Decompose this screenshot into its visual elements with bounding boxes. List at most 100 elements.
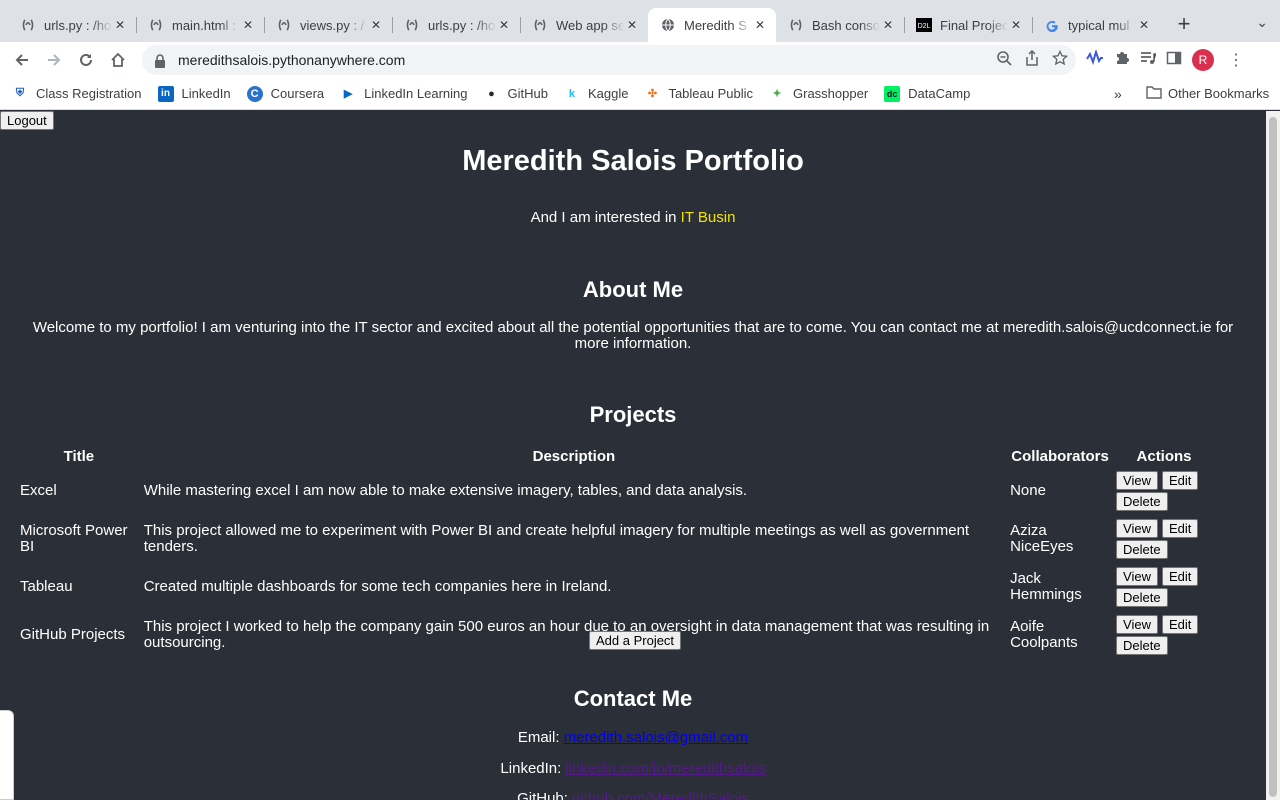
forward-icon[interactable] bbox=[38, 44, 70, 76]
side-panel-icon[interactable] bbox=[1166, 50, 1182, 71]
page-scrollbar[interactable] bbox=[1266, 111, 1280, 800]
media-queue-icon[interactable] bbox=[1140, 50, 1156, 71]
tab-close-icon[interactable]: ✕ bbox=[240, 17, 256, 33]
linkedin-icon: in bbox=[157, 85, 174, 102]
tab-title: main.html : bbox=[172, 17, 236, 33]
projects-heading: Projects bbox=[589, 402, 677, 427]
omnibox-actions bbox=[996, 45, 1069, 75]
extensions-puzzle-icon[interactable] bbox=[1114, 50, 1130, 71]
tab-title: urls.py : /ho bbox=[44, 17, 112, 33]
tab-search-icon[interactable]: ⌄ bbox=[1256, 14, 1268, 31]
bookmark-item[interactable]: k Kaggle bbox=[564, 86, 629, 102]
tab-close-icon[interactable]: ✕ bbox=[1008, 17, 1024, 33]
browser-tab[interactable]: main.html : ✕ bbox=[136, 8, 264, 42]
extensions-area: R ⋮ bbox=[1086, 42, 1244, 78]
view-project-button[interactable]: View bbox=[1116, 519, 1158, 538]
table-header-row: Title Description Collaborators Actions bbox=[18, 447, 1214, 466]
tab-close-icon[interactable]: ✕ bbox=[112, 17, 128, 33]
browser-tab[interactable]: Web app se ✕ bbox=[520, 8, 648, 42]
edit-project-button[interactable]: Edit bbox=[1162, 519, 1199, 538]
logout-button[interactable]: Logout bbox=[0, 111, 54, 130]
edit-project-button[interactable]: Edit bbox=[1162, 567, 1199, 586]
linkedin-link[interactable]: linkedin.com/in/meredithsalois bbox=[565, 760, 765, 777]
bookmark-item[interactable]: in LinkedIn bbox=[157, 85, 231, 102]
lock-icon[interactable] bbox=[154, 54, 166, 68]
bookmark-item[interactable]: ✦ Grasshopper bbox=[769, 86, 868, 102]
tab-close-icon[interactable]: ✕ bbox=[880, 17, 896, 33]
edit-project-button[interactable]: Edit bbox=[1162, 615, 1199, 634]
tab-close-icon[interactable]: ✕ bbox=[624, 17, 640, 33]
browser-tab[interactable]: urls.py : /ho ✕ bbox=[8, 8, 136, 42]
contact-github-line: GitHub: github.com/MeredithSalois bbox=[0, 790, 1266, 800]
grasshopper-icon: ✦ bbox=[772, 88, 782, 100]
browser-tab[interactable]: Meredith S ✕ bbox=[648, 8, 776, 42]
tab-title: Bash conso bbox=[812, 17, 880, 33]
tab-close-icon[interactable]: ✕ bbox=[368, 17, 384, 33]
github-icon: ● bbox=[488, 87, 495, 100]
about-text: Welcome to my portfolio! I am venturing … bbox=[32, 319, 1234, 352]
tableau-icon: ✣ bbox=[647, 88, 658, 100]
bookmark-item[interactable]: dc DataCamp bbox=[884, 85, 970, 102]
browser-tab[interactable]: Bash conso ✕ bbox=[776, 8, 904, 42]
menu-kebab-icon[interactable]: ⋮ bbox=[1228, 50, 1244, 70]
bookmark-item[interactable]: ▶ LinkedIn Learning bbox=[340, 86, 468, 102]
scrollbar-thumb[interactable] bbox=[1269, 117, 1277, 797]
tab-close-icon[interactable]: ✕ bbox=[496, 17, 512, 33]
pythonanywhere-icon bbox=[404, 17, 420, 33]
interest-line: And I am interested in IT Busin bbox=[0, 209, 1266, 226]
zoom-icon[interactable] bbox=[996, 50, 1012, 70]
project-description-cell: This project allowed me to experiment wi… bbox=[143, 522, 970, 555]
contact-heading: Contact Me bbox=[573, 686, 693, 711]
browser-tab[interactable]: urls.py : /ho ✕ bbox=[392, 8, 520, 42]
browser-tab[interactable]: views.py : / ✕ bbox=[264, 8, 392, 42]
github-label: GitHub: bbox=[517, 790, 568, 800]
url-text[interactable]: meredithsalois.pythonanywhere.com bbox=[178, 52, 405, 68]
email-link[interactable]: meredith.salois@gmail.com bbox=[564, 729, 748, 746]
view-project-button[interactable]: View bbox=[1116, 471, 1158, 490]
tab-title: urls.py : /ho bbox=[428, 17, 496, 33]
tab-close-icon[interactable]: ✕ bbox=[752, 17, 768, 33]
projects-table-body: Excel While mastering excel I am now able… bbox=[18, 468, 1214, 658]
pythonanywhere-icon bbox=[20, 17, 36, 33]
share-icon[interactable] bbox=[1024, 49, 1040, 70]
bookmarks-overflow-icon[interactable]: » bbox=[1114, 86, 1122, 102]
project-title-cell: GitHub Projects bbox=[20, 626, 126, 643]
bookmark-item[interactable]: ● GitHub bbox=[483, 86, 548, 102]
browser-tab[interactable]: typical mul ✕ bbox=[1032, 8, 1160, 42]
project-collaborators-cell: Aoife Coolpants bbox=[1010, 618, 1078, 651]
bookmark-label: Kaggle bbox=[587, 86, 629, 101]
other-bookmarks-folder[interactable]: Other Bookmarks bbox=[1146, 85, 1269, 102]
projects-table: Title Description Collaborators Actions … bbox=[16, 445, 1216, 660]
bookmark-label: LinkedIn Learning bbox=[364, 86, 468, 101]
back-icon[interactable] bbox=[6, 44, 38, 76]
address-bar[interactable]: meredithsalois.pythonanywhere.com bbox=[142, 45, 1076, 75]
svg-text:D2L: D2L bbox=[918, 23, 931, 30]
project-description-cell: While mastering excel I am now able to m… bbox=[143, 482, 748, 499]
audio-extension-icon[interactable] bbox=[1086, 48, 1104, 71]
home-icon[interactable] bbox=[102, 44, 134, 76]
new-tab-icon[interactable]: + bbox=[1170, 10, 1198, 38]
add-project-button[interactable]: Add a Project bbox=[589, 631, 682, 650]
github-link[interactable]: github.com/MeredithSalois bbox=[572, 790, 749, 800]
side-edge-panel[interactable] bbox=[0, 710, 14, 800]
table-row: Microsoft Power BI This project allowed m… bbox=[18, 516, 1214, 562]
bookmark-label: GitHub bbox=[507, 86, 548, 101]
reload-icon[interactable] bbox=[70, 44, 102, 76]
bookmark-item[interactable]: ✣ Tableau Public bbox=[644, 86, 753, 102]
view-project-button[interactable]: View bbox=[1116, 567, 1158, 586]
view-project-button[interactable]: View bbox=[1116, 615, 1158, 634]
browser-chrome: urls.py : /ho ✕ main.html : ✕ views.py : / ✕ u… bbox=[0, 0, 1280, 110]
profile-avatar[interactable]: R bbox=[1192, 49, 1214, 71]
delete-project-button[interactable]: Delete bbox=[1116, 636, 1168, 655]
bookmark-item[interactable]: ⛨ Class Registration bbox=[12, 86, 142, 102]
delete-project-button[interactable]: Delete bbox=[1116, 540, 1168, 559]
bookmark-star-icon[interactable] bbox=[1051, 49, 1069, 70]
edit-project-button[interactable]: Edit bbox=[1162, 471, 1199, 490]
column-header-actions: Actions bbox=[1136, 448, 1192, 465]
browser-tab[interactable]: D2L Final Projec ✕ bbox=[904, 8, 1032, 42]
delete-project-button[interactable]: Delete bbox=[1116, 588, 1168, 607]
tab-close-icon[interactable]: ✕ bbox=[1136, 17, 1152, 33]
bookmark-item[interactable]: C Coursera bbox=[246, 85, 324, 102]
bookmark-label: Grasshopper bbox=[793, 86, 869, 101]
delete-project-button[interactable]: Delete bbox=[1116, 492, 1168, 511]
